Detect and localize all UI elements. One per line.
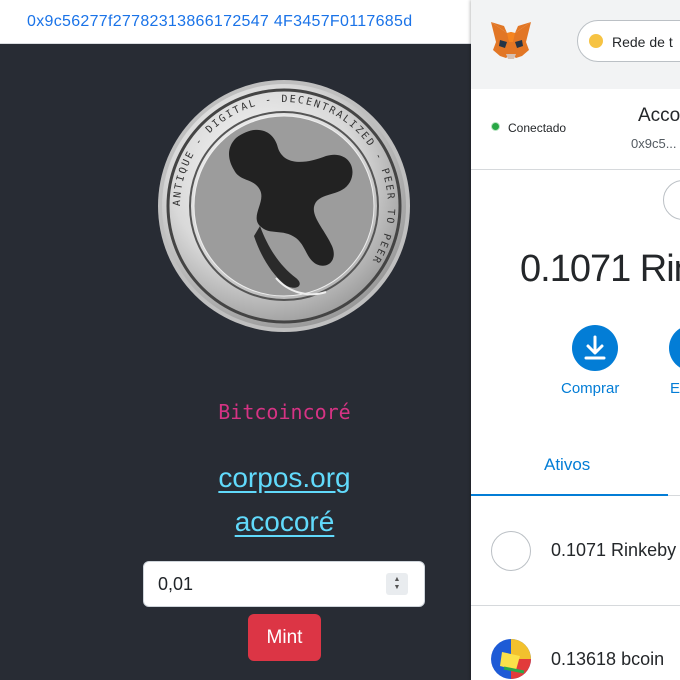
balance-amount: 0.1071 Rin: [520, 248, 680, 290]
bcoin-token-icon: [490, 638, 532, 680]
account-icon[interactable]: [663, 180, 680, 220]
connection-label: Conectado: [508, 121, 567, 135]
metamask-popup: Rede de t Conectado Acco 0x9c5... 0.1071…: [471, 0, 680, 680]
network-status-icon: [589, 34, 603, 48]
network-name: Rede de t: [612, 34, 673, 50]
send-label[interactable]: E: [670, 380, 680, 397]
connected-dot-icon: [491, 122, 500, 131]
buy-button[interactable]: [572, 325, 618, 371]
browser-address-bar: 0x9c56277f27782313866172547 4F3457F01176…: [0, 0, 471, 44]
send-button[interactable]: [669, 325, 680, 371]
asset-row-bcoin[interactable]: 0.13618 bcoin: [471, 606, 680, 680]
connection-status[interactable]: Conectado: [491, 121, 566, 135]
dapp-panel: ANTIQUE - DIGITAL - DECENTRALIZED - PEER…: [0, 44, 471, 680]
download-icon: [584, 335, 606, 360]
contract-address[interactable]: 0x9c56277f27782313866172547 4F3457F01176…: [27, 13, 412, 31]
metamask-fox-icon[interactable]: [488, 20, 534, 62]
amount-input[interactable]: [158, 572, 378, 596]
account-bar: Conectado: [471, 90, 680, 170]
asset-label: 0.1071 Rinkeby: [551, 540, 677, 560]
tab-assets[interactable]: Ativos: [544, 455, 590, 475]
chevron-down-icon[interactable]: ▼: [394, 584, 401, 592]
buy-label[interactable]: Comprar: [561, 380, 619, 397]
metamask-header: Rede de t: [471, 0, 680, 89]
account-address[interactable]: 0x9c5...: [631, 136, 677, 151]
asset-label: 0.13618 bcoin: [551, 649, 665, 669]
chevron-up-icon[interactable]: ▲: [394, 576, 401, 584]
mint-button[interactable]: Mint: [248, 614, 321, 661]
tab-divider: [668, 495, 680, 496]
amount-field[interactable]: ▲ ▼: [143, 561, 425, 607]
active-tab-indicator: [471, 494, 668, 496]
amount-stepper[interactable]: ▲ ▼: [386, 573, 408, 595]
eth-token-icon: [491, 531, 531, 571]
network-selector[interactable]: Rede de t: [577, 20, 680, 62]
coin-logo: ANTIQUE - DIGITAL - DECENTRALIZED - PEER…: [156, 78, 412, 334]
asset-row-rinkeby[interactable]: 0.1071 Rinkeby: [471, 497, 680, 606]
account-name[interactable]: Acco: [638, 105, 680, 127]
